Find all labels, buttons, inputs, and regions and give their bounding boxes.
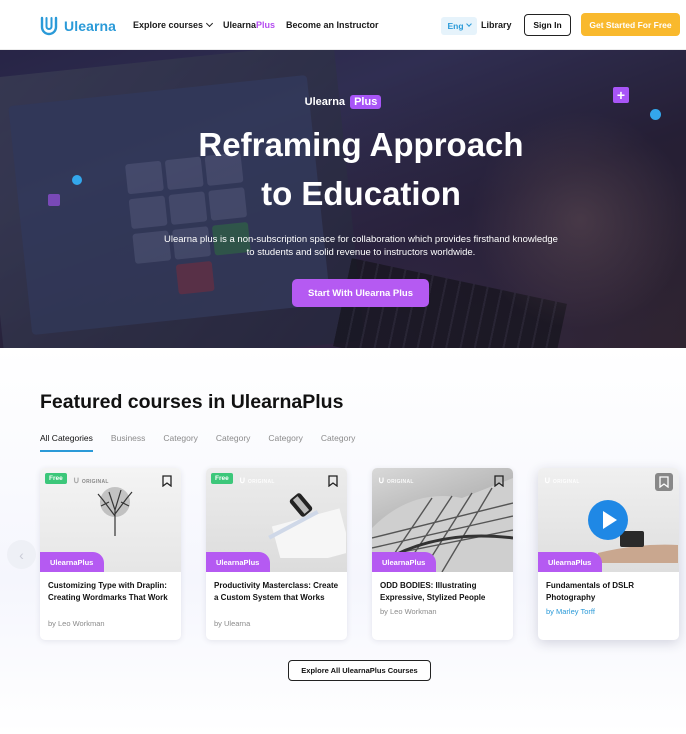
hero-title: Reframing Approach to Education (0, 120, 686, 218)
course-thumbnail: ∪ ORIGINAL UlearnaPlus (538, 468, 679, 572)
hero-brand: Ulearna Plus (0, 95, 686, 109)
course-author[interactable]: by Marley Torff (546, 607, 595, 616)
logo-text: Ulearna (64, 18, 117, 34)
plus-link-prefix: Ulearna (223, 20, 257, 30)
library-link[interactable]: Library (481, 20, 512, 30)
explore-all-courses-button[interactable]: Explore All UlearnaPlus Courses (288, 660, 431, 681)
free-badge: Free (45, 473, 67, 484)
tab-category[interactable]: Category (268, 433, 303, 452)
original-text: ORIGINAL (386, 479, 414, 485)
course-thumbnail: Free ∪ ORIGINAL UlearnaPlus (40, 468, 181, 572)
language-selector[interactable]: Eng (441, 17, 477, 35)
explore-courses-label: Explore courses (133, 20, 204, 30)
original-label: ∪ ORIGINAL (239, 475, 275, 485)
bookmark-button[interactable] (655, 473, 673, 491)
course-author: by Leo Workman (48, 619, 105, 628)
course-title[interactable]: ODD BODIES: Illustrating Expressive, Sty… (380, 580, 508, 604)
course-title[interactable]: Fundamentals of DSLR Photography (546, 580, 674, 604)
course-thumbnail: Free ∪ ORIGINAL UlearnaPlus (206, 468, 347, 572)
tab-category[interactable]: Category (216, 433, 251, 452)
hero-brand-pill: Plus (350, 95, 382, 109)
tab-all-categories[interactable]: All Categories (40, 433, 93, 452)
course-card[interactable]: ∪ ORIGINAL UlearnaPlus ODD BODIES: Illust… (372, 468, 513, 640)
featured-title: Featured courses in UlearnaPlus (40, 391, 344, 413)
original-text: ORIGINAL (247, 479, 275, 485)
ulearnaplus-tag: UlearnaPlus (372, 552, 437, 572)
become-instructor-link[interactable]: Become an Instructor (286, 20, 379, 30)
course-card[interactable]: ∪ ORIGINAL UlearnaPlus Fundamentals of DS… (538, 468, 679, 640)
ulearnaplus-tag: UlearnaPlus (538, 552, 603, 572)
original-label: ∪ ORIGINAL (378, 475, 414, 485)
ulearna-logo-icon (40, 16, 58, 36)
tab-business[interactable]: Business (111, 433, 146, 452)
original-label: ∪ ORIGINAL (73, 475, 109, 485)
free-badge: Free (211, 473, 233, 484)
course-card[interactable]: Free ∪ ORIGINAL UlearnaPlus Productivity … (206, 468, 347, 640)
course-title[interactable]: Customizing Type with Draplin: Creating … (48, 580, 176, 604)
play-button[interactable] (588, 500, 628, 540)
hero-banner: + Ulearna Plus Reframing Approach to Edu… (0, 50, 686, 348)
ulearnaplus-tag: UlearnaPlus (206, 552, 271, 572)
tab-category[interactable]: Category (163, 433, 198, 452)
category-tabs: All Categories Business Category Categor… (40, 433, 373, 452)
original-label: ∪ ORIGINAL (544, 475, 580, 485)
sign-in-button[interactable]: Sign In (524, 14, 571, 36)
desk-illustration (268, 493, 346, 558)
ulearna-plus-link[interactable]: UlearnaPlus (223, 20, 275, 30)
chevron-down-icon (465, 21, 472, 27)
start-ulearna-plus-button[interactable]: Start With Ulearna Plus (292, 279, 429, 307)
hero-description: Ulearna plus is a non-subscription space… (164, 234, 558, 258)
tab-category[interactable]: Category (321, 433, 356, 452)
carousel-prev-button[interactable]: ‹ (7, 540, 36, 569)
logo[interactable]: Ulearna (39, 16, 116, 36)
decor-dot (650, 109, 661, 120)
course-card[interactable]: Free ∪ ORIGINAL UlearnaPlus Customizing T… (40, 468, 181, 640)
bookmark-icon (659, 476, 669, 488)
plus-link-suffix: Plus (256, 20, 276, 30)
course-author: by Ulearna (214, 619, 251, 628)
course-title[interactable]: Productivity Masterclass: Create a Custo… (214, 580, 342, 604)
bookmark-icon[interactable] (328, 475, 338, 487)
tree-illustration (97, 487, 133, 536)
hero-brand-prefix: Ulearna (304, 96, 346, 108)
course-author: by Leo Workman (380, 607, 437, 616)
explore-courses-menu[interactable]: Explore courses (133, 19, 214, 30)
play-icon (603, 511, 617, 529)
bookmark-icon[interactable] (494, 475, 504, 487)
original-text: ORIGINAL (552, 479, 580, 485)
chevron-left-icon: ‹ (19, 546, 24, 563)
ulearnaplus-tag: UlearnaPlus (40, 552, 105, 572)
bookmark-icon[interactable] (162, 475, 172, 487)
featured-section: Featured courses in UlearnaPlus All Cate… (0, 348, 686, 734)
top-navbar: Ulearna Explore courses UlearnaPlus Beco… (0, 0, 686, 50)
hero-title-line1: Reframing Approach (198, 126, 524, 163)
chevron-down-icon (205, 19, 214, 28)
get-started-button[interactable]: Get Started For Free (581, 13, 680, 36)
language-label: Eng (447, 21, 464, 31)
original-text: ORIGINAL (81, 479, 109, 485)
course-thumbnail: ∪ ORIGINAL UlearnaPlus (372, 468, 513, 572)
hero-title-line2: to Education (261, 175, 461, 212)
